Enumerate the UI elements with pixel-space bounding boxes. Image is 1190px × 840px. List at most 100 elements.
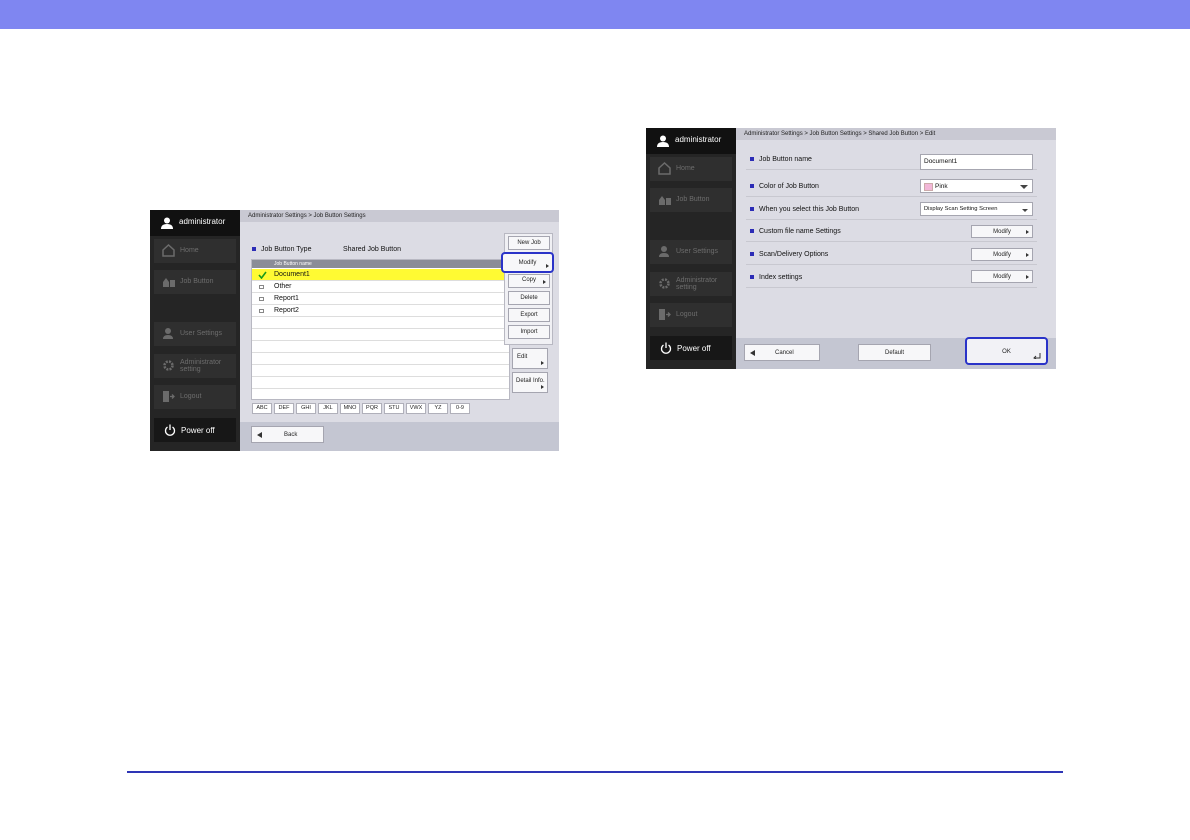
alpha-tab[interactable]: JKL <box>318 403 338 414</box>
empty-row <box>252 329 509 341</box>
alpha-tab[interactable]: 0-9 <box>450 403 470 414</box>
alpha-tab[interactable]: ABC <box>252 403 272 414</box>
alpha-tab[interactable]: STU <box>384 403 404 414</box>
alpha-tab[interactable]: VWX <box>406 403 426 414</box>
user-name: administrator <box>179 217 226 226</box>
arrow-right-icon <box>1026 253 1029 257</box>
sidebar-item-logout[interactable]: Logout <box>154 385 236 409</box>
job-button-type-label: Job Button Type <box>252 246 311 253</box>
empty-row <box>252 377 509 389</box>
sidebar-item-job-button[interactable]: Job Button <box>154 270 236 294</box>
user-header: administrator <box>646 128 736 154</box>
empty-row <box>252 365 509 377</box>
alpha-tab[interactable]: MNO <box>340 403 360 414</box>
back-arrow-icon <box>257 432 262 438</box>
copy-button[interactable]: Copy <box>508 274 550 288</box>
detail-info-label: Detail Info. <box>516 378 545 384</box>
sidebar-item-user-settings[interactable]: User Settings <box>154 322 236 346</box>
empty-row <box>252 317 509 329</box>
modify-index-button[interactable]: Modify <box>971 270 1033 283</box>
sidebar-item-administrator-setting[interactable]: Administrator setting <box>154 354 236 378</box>
export-button[interactable]: Export <box>508 308 550 322</box>
sidebar: administrator Home Job Button User Setti… <box>646 128 736 369</box>
power-icon <box>660 342 672 354</box>
power-off-label: Power off <box>181 426 215 435</box>
power-icon <box>164 424 176 436</box>
setting-row-filename: Custom file name Settings Modify <box>746 220 1037 242</box>
back-arrow-icon <box>750 350 755 356</box>
new-job-button[interactable]: New Job <box>508 236 550 250</box>
footer-rule <box>127 771 1063 773</box>
enter-icon <box>1033 353 1041 359</box>
empty-row <box>252 389 509 401</box>
sidebar-item-label: Home <box>180 247 199 254</box>
detail-info-button[interactable]: Detail Info. <box>512 372 548 393</box>
bullet-icon <box>252 247 256 252</box>
import-button[interactable]: Import <box>508 325 550 339</box>
list-header: Job Button name <box>252 260 509 268</box>
power-off-label: Power off <box>677 344 711 353</box>
arrow-right-icon <box>541 385 544 389</box>
empty-row <box>252 341 509 353</box>
user-icon <box>657 135 669 147</box>
back-label: Back <box>284 432 298 438</box>
sidebar-item-label: Home <box>676 165 695 172</box>
user-settings-icon <box>659 246 669 257</box>
color-select[interactable]: Pink <box>920 179 1033 193</box>
ok-button[interactable]: OK <box>965 337 1048 365</box>
setting-row-index: Index settings Modify <box>746 266 1037 288</box>
edit-label: Edit <box>517 354 528 360</box>
job-button-name-input[interactable]: Document1 <box>920 154 1033 170</box>
setting-row-name: Job Button name Document1 <box>746 148 1037 170</box>
cancel-button[interactable]: Cancel <box>744 344 820 361</box>
job-button-type-value: Shared Job Button <box>343 246 401 253</box>
sidebar-item-label: Logout <box>180 393 202 400</box>
color-swatch <box>924 183 933 191</box>
delete-button[interactable]: Delete <box>508 291 550 305</box>
sidebar-item-user-settings[interactable]: User Settings <box>650 240 732 264</box>
alpha-tab[interactable]: DEF <box>274 403 294 414</box>
modify-button[interactable]: Modify <box>501 252 554 273</box>
modify-label: Modify <box>518 260 537 266</box>
power-off-button[interactable]: Power off <box>154 418 236 442</box>
list-item-label: Document1 <box>274 271 310 278</box>
list-item[interactable]: Other <box>252 281 509 293</box>
gear-icon <box>659 278 670 289</box>
setting-label: Index settings <box>750 274 802 281</box>
setting-label: Job Button name <box>750 156 812 163</box>
select-action-dropdown[interactable]: Display Scan Setting Screen <box>920 202 1033 216</box>
arrow-right-icon <box>546 264 549 268</box>
sidebar-item-administrator-setting[interactable]: Administrator setting <box>650 272 732 296</box>
alpha-tab[interactable]: PQR <box>362 403 382 414</box>
sidebar-item-home[interactable]: Home <box>650 157 732 181</box>
list-item-label: Report2 <box>274 307 299 314</box>
sidebar-item-home[interactable]: Home <box>154 239 236 263</box>
sidebar-item-logout[interactable]: Logout <box>650 303 732 327</box>
breadcrumb-text: Administrator Settings > Job Button Sett… <box>744 131 936 137</box>
list-item[interactable]: Report1 <box>252 293 509 305</box>
arrow-right-icon <box>1026 275 1029 279</box>
alpha-tab[interactable]: GHI <box>296 403 316 414</box>
alpha-tab[interactable]: YZ <box>428 403 448 414</box>
list-item[interactable]: Report2 <box>252 305 509 317</box>
job-button-settings-screen: administrator Home Job Button User Setti… <box>150 210 559 451</box>
list-item[interactable]: Document1 <box>252 269 509 281</box>
list-item-label: Other <box>274 283 292 290</box>
arrow-right-icon <box>541 361 544 365</box>
back-button[interactable]: Back <box>251 426 324 443</box>
edit-button[interactable]: Edit <box>512 348 548 369</box>
bullet-icon <box>750 157 754 162</box>
modify-filename-button[interactable]: Modify <box>971 225 1033 238</box>
sidebar-item-label: Administrator setting <box>676 277 718 292</box>
main-panel: Administrator Settings > Job Button Sett… <box>240 210 559 451</box>
list-item-label: Report1 <box>274 295 299 302</box>
setting-row-color: Color of Job Button Pink <box>746 175 1037 197</box>
cancel-label: Cancel <box>775 350 794 356</box>
bullet-icon <box>750 275 754 280</box>
modify-delivery-button[interactable]: Modify <box>971 248 1033 261</box>
gear-icon <box>163 360 174 371</box>
chevron-down-icon <box>1020 185 1028 189</box>
sidebar-item-job-button[interactable]: Job Button <box>650 188 732 212</box>
default-button[interactable]: Default <box>858 344 931 361</box>
power-off-button[interactable]: Power off <box>650 336 732 360</box>
